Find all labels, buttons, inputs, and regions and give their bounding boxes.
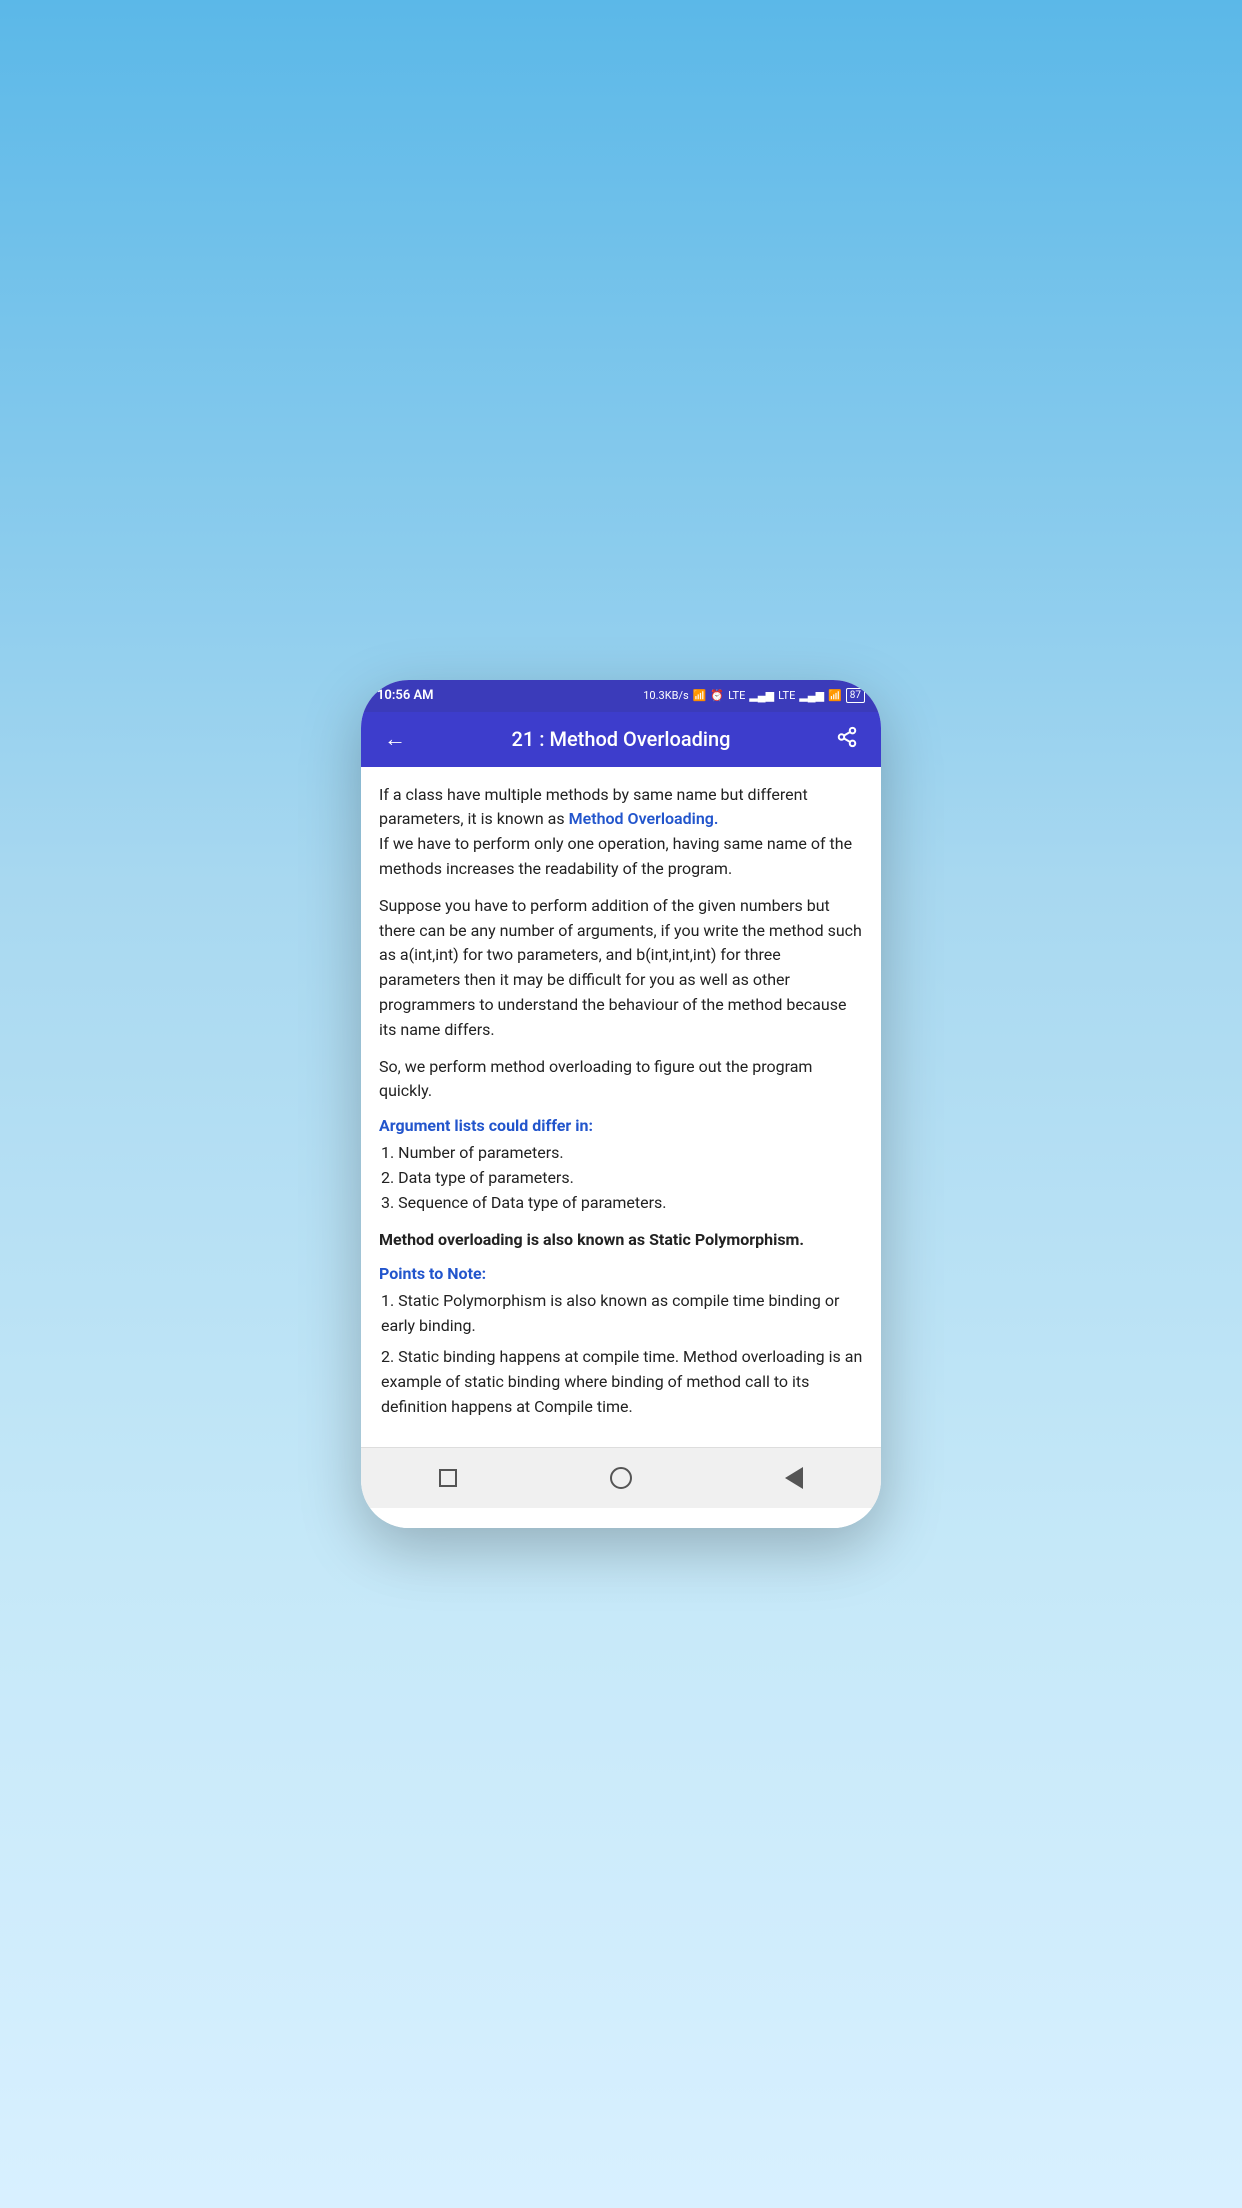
back-nav-button[interactable] [774, 1460, 814, 1496]
triangle-icon [785, 1467, 803, 1489]
paragraph-1-highlight: Method Overloading. [569, 809, 719, 828]
battery-indicator: 87 [846, 688, 865, 703]
lte-icon-2: LTE [778, 689, 795, 702]
square-icon [439, 1469, 457, 1487]
phone-frame: 10:56 AM 10.3KB/s 📶 ⏰ LTE ▂▄▆ LTE ▂▄▆ 📶 … [361, 680, 881, 1529]
status-bar: 10:56 AM 10.3KB/s 📶 ⏰ LTE ▂▄▆ LTE ▂▄▆ 📶 … [361, 680, 881, 712]
status-time: 10:56 AM [377, 688, 434, 703]
wifi-icon: 📶 [828, 689, 842, 702]
circle-icon [610, 1467, 632, 1489]
page-title: 21 : Method Overloading [413, 727, 829, 751]
back-button[interactable]: ← [377, 726, 413, 752]
list-item-3: 3. Sequence of Data type of parameters. [381, 1191, 863, 1216]
content-area: If a class have multiple methods by same… [361, 767, 881, 1448]
phone-bottom [361, 1508, 881, 1528]
section-1: Argument lists could differ in: 1. Numbe… [379, 1116, 863, 1215]
recent-apps-button[interactable] [428, 1460, 468, 1496]
share-button[interactable] [829, 726, 865, 753]
network-speed: 10.3KB/s [643, 689, 688, 702]
list-item-2: 2. Data type of parameters. [381, 1166, 863, 1191]
paragraph-1-end: If we have to perform only one operation… [379, 834, 852, 878]
nav-bar [361, 1447, 881, 1508]
bold-statement: Method overloading is also known as Stat… [379, 1228, 863, 1253]
status-right: 10.3KB/s 📶 ⏰ LTE ▂▄▆ LTE ▂▄▆ 📶 87 [643, 688, 865, 703]
lte-icon: LTE [728, 689, 745, 702]
paragraph-2: Suppose you have to perform addition of … [379, 894, 863, 1043]
signal-bars-2: ▂▄▆ [799, 689, 824, 702]
bluetooth-icon: 📶 [693, 689, 707, 702]
app-header: ← 21 : Method Overloading [361, 712, 881, 767]
paragraph-3: So, we perform method overloading to fig… [379, 1055, 863, 1105]
paragraph-1: If a class have multiple methods by same… [379, 783, 863, 882]
points-item-1: 1. Static Polymorphism is also known as … [381, 1289, 863, 1339]
signal-bars-1: ▂▄▆ [749, 689, 774, 702]
section-1-heading: Argument lists could differ in: [379, 1116, 863, 1135]
section-2-heading: Points to Note: [379, 1264, 863, 1283]
list-item-1: 1. Number of parameters. [381, 1141, 863, 1166]
section-2: Points to Note: 1. Static Polymorphism i… [379, 1264, 863, 1419]
alarm-icon: ⏰ [710, 689, 724, 702]
home-button[interactable] [601, 1460, 641, 1496]
points-item-2: 2. Static binding happens at compile tim… [381, 1345, 863, 1419]
